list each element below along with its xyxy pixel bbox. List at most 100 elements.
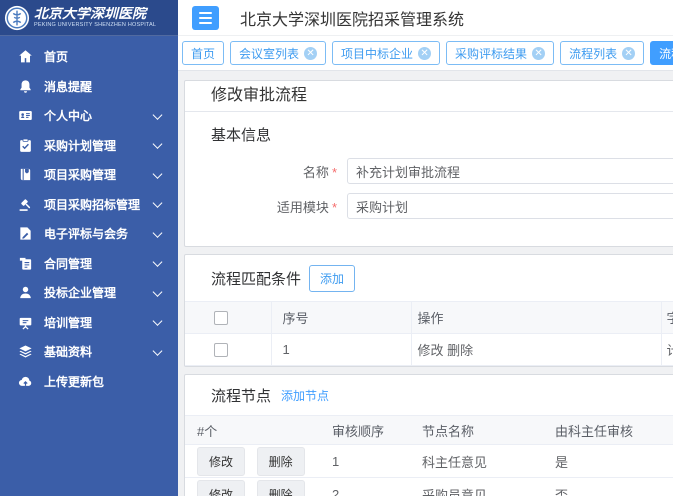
delete-button[interactable]: 删除: [257, 480, 305, 496]
chevron-down-icon: [153, 228, 163, 238]
chevron-down-icon: [153, 169, 163, 179]
chevron-down-icon: [153, 110, 163, 120]
hospital-name-en: PEKING UNIVERSITY SHENZHEN HOSPITAL: [34, 22, 156, 28]
dept-review-cell: 是: [541, 445, 673, 478]
delete-button[interactable]: 删除: [257, 447, 305, 476]
chevron-down-icon: [153, 316, 163, 326]
name-input[interactable]: [347, 158, 673, 184]
app-title: 北京大学深圳医院招采管理系统: [240, 6, 464, 30]
seq-cell: 1: [271, 334, 411, 366]
process-nodes-card: 流程节点 添加节点 #个 审核顺序 节点名称 由科主任审核 修改 删除: [184, 374, 673, 496]
select-all-checkbox[interactable]: [214, 311, 228, 325]
conditions-heading: 流程匹配条件: [211, 268, 301, 289]
presentation-icon: [18, 315, 33, 330]
person-icon: [18, 285, 33, 300]
close-icon[interactable]: ✕: [532, 47, 545, 60]
sidebar-item-contract-mgmt[interactable]: 合同管理: [0, 249, 178, 279]
name-field-row: 名称*: [211, 158, 673, 184]
sidebar-item-home[interactable]: 首页: [0, 42, 178, 72]
nodes-table: #个 审核顺序 节点名称 由科主任审核 修改 删除 1 科主任意见 是: [185, 415, 673, 496]
edit-process-card: 修改审批流程 基本信息 名称* 适用模块*: [184, 80, 673, 247]
tab-procurement-evaluation-results[interactable]: 采购评标结果 ✕: [446, 41, 554, 65]
close-icon[interactable]: ✕: [304, 47, 317, 60]
name-label: 名称: [303, 165, 329, 180]
review-order-cell: 2: [321, 478, 411, 496]
book-icon: [18, 167, 33, 182]
add-condition-button[interactable]: 添加: [309, 265, 355, 292]
layers-icon: [18, 344, 33, 359]
dept-review-column-header: 由科主任审核: [541, 416, 673, 445]
match-conditions-card: 流程匹配条件 添加 序号 操作 字 1 修改 删除 计: [184, 254, 673, 367]
clipboard-check-icon: [18, 138, 33, 153]
sidebar-item-personal-center[interactable]: 个人中心: [0, 101, 178, 131]
tab-project-winning-companies[interactable]: 项目中标企业 ✕: [332, 41, 440, 65]
tab-process[interactable]: 流程 ✕: [650, 41, 673, 65]
tab-process-list[interactable]: 流程列表 ✕: [560, 41, 644, 65]
hospital-logo: 北京大学深圳医院 PEKING UNIVERSITY SHENZHEN HOSP…: [0, 0, 178, 36]
add-node-link[interactable]: 添加节点: [281, 387, 329, 404]
required-asterisk: *: [332, 165, 337, 180]
required-asterisk: *: [332, 200, 337, 215]
sidebar-item-e-evaluation-meetings[interactable]: 电子评标与会务: [0, 219, 178, 249]
table-row: 1 修改 删除 计: [185, 334, 673, 366]
edit-button[interactable]: 修改: [197, 447, 245, 476]
sidebar-item-upload-update-package[interactable]: 上传更新包: [0, 367, 178, 397]
tab-meeting-room-list[interactable]: 会议室列表 ✕: [230, 41, 326, 65]
hospital-logo-icon: [4, 5, 30, 31]
gavel-icon: [18, 197, 33, 212]
cloud-upload-icon: [18, 374, 33, 389]
nodes-heading: 流程节点: [211, 385, 271, 406]
sidebar-item-procurement-plan-mgmt[interactable]: 采购计划管理: [0, 131, 178, 161]
chevron-down-icon: [153, 257, 163, 267]
table-row: 修改 删除 2 采购员意见 否: [185, 478, 673, 496]
node-name-column-header: 节点名称: [411, 416, 541, 445]
menu-toggle-button[interactable]: [192, 6, 219, 30]
review-order-column-header: 审核顺序: [321, 416, 411, 445]
sidebar-item-project-bidding-mgmt[interactable]: 项目采购招标管理: [0, 190, 178, 220]
close-icon[interactable]: ✕: [622, 47, 635, 60]
chevron-down-icon: [153, 139, 163, 149]
index-column-header: #个: [185, 416, 321, 445]
table-row: 修改 删除 1 科主任意见 是: [185, 445, 673, 478]
module-input[interactable]: [347, 193, 673, 219]
chevron-down-icon: [153, 346, 163, 356]
operation-column-header: 操作: [411, 302, 661, 334]
node-name-cell: 采购员意见: [411, 478, 541, 496]
node-name-cell: 科主任意见: [411, 445, 541, 478]
dept-review-cell: 否: [541, 478, 673, 496]
sidebar-item-training-mgmt[interactable]: 培训管理: [0, 308, 178, 338]
sidebar-item-basic-data[interactable]: 基础资料: [0, 337, 178, 367]
sidebar-item-messages[interactable]: 消息提醒: [0, 72, 178, 102]
basic-info-heading: 基本信息: [211, 124, 673, 145]
sidebar-menu: 首页 消息提醒 个人中心 采购计划管理 项目采购管理 项目采购招标管理: [0, 36, 178, 396]
module-label: 适用模块: [277, 200, 329, 215]
clipped-cell: 计: [661, 334, 673, 366]
hospital-name-cn: 北京大学深圳医院: [34, 7, 167, 22]
conditions-table: 序号 操作 字 1 修改 删除 计: [185, 301, 673, 366]
tab-bar: 首页 会议室列表 ✕ 项目中标企业 ✕ 采购评标结果 ✕ 流程列表 ✕ 流程 ✕: [178, 36, 673, 71]
operation-cell[interactable]: 修改 删除: [411, 334, 661, 366]
contract-icon: [18, 256, 33, 271]
chevron-down-icon: [153, 287, 163, 297]
clipped-column-header: 字: [661, 302, 673, 334]
sidebar-item-bidder-company-mgmt[interactable]: 投标企业管理: [0, 278, 178, 308]
chevron-down-icon: [153, 198, 163, 208]
tab-home[interactable]: 首页: [182, 41, 224, 65]
top-bar: 北京大学深圳医院招采管理系统: [178, 0, 673, 36]
seq-column-header: 序号: [271, 302, 411, 334]
edit-button[interactable]: 修改: [197, 480, 245, 496]
page-title: 修改审批流程: [185, 81, 673, 112]
review-order-cell: 1: [321, 445, 411, 478]
document-pen-icon: [18, 226, 33, 241]
main-content: 修改审批流程 基本信息 名称* 适用模块* 流程匹配条件 添加: [178, 71, 673, 496]
id-card-icon: [18, 108, 33, 123]
select-checkbox[interactable]: [214, 343, 228, 357]
table-header-row: 序号 操作 字: [185, 302, 673, 334]
sidebar: 北京大学深圳医院 PEKING UNIVERSITY SHENZHEN HOSP…: [0, 0, 178, 496]
module-field-row: 适用模块*: [211, 193, 673, 219]
sidebar-item-project-procurement-mgmt[interactable]: 项目采购管理: [0, 160, 178, 190]
table-header-row: #个 审核顺序 节点名称 由科主任审核: [185, 416, 673, 445]
bell-icon: [18, 79, 33, 94]
home-icon: [18, 49, 33, 64]
close-icon[interactable]: ✕: [418, 47, 431, 60]
